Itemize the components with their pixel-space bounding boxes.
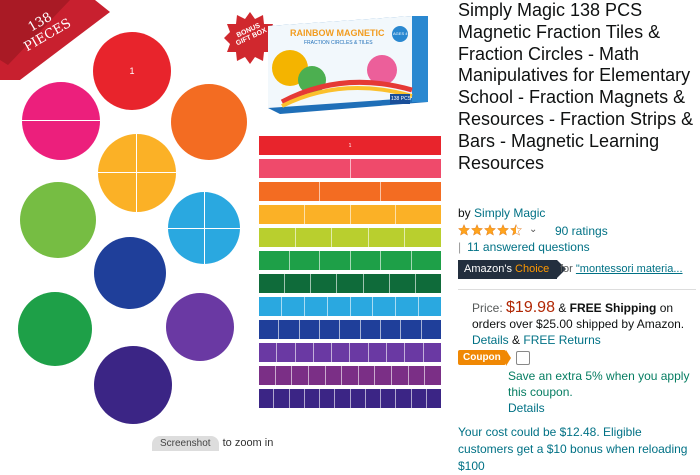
- answered-questions: | 11 answered questions: [458, 240, 590, 254]
- product-image-panel[interactable]: 138 PIECES BONUS GIFT BOX RAINBOW MAGNETI…: [0, 0, 452, 455]
- screenshot-pill: Screenshot: [152, 436, 219, 451]
- price-block: Price: $19.98 & FREE Shipping on orders …: [472, 299, 685, 348]
- choice-for-query: for "montessori materia...: [560, 263, 683, 275]
- circle-blue-eighths: [168, 192, 240, 264]
- coupon-row: Coupon: [458, 350, 530, 366]
- star-icon: [471, 224, 483, 236]
- product-details: Simply Magic 138 PCS Magnetic Fraction T…: [452, 0, 700, 473]
- free-returns-link[interactable]: FREE Returns: [523, 333, 600, 347]
- byline: by Simply Magic: [458, 206, 546, 220]
- amazons-choice-badge[interactable]: Amazon's Choice: [458, 260, 567, 279]
- circle-navy-ninths: [94, 237, 166, 309]
- star-icon: [484, 224, 496, 236]
- star-rating[interactable]: [458, 224, 523, 236]
- star-icon: [497, 224, 509, 236]
- answered-questions-link[interactable]: 11 answered questions: [467, 240, 590, 254]
- price-label: Price:: [472, 301, 503, 315]
- product-title: Simply Magic 138 PCS Magnetic Fraction T…: [458, 0, 694, 173]
- circle-yellow-fourths: [98, 134, 176, 212]
- product-box: RAINBOW MAGNETIC FRACTION CIRCLES & TILE…: [262, 10, 432, 115]
- brand-link[interactable]: Simply Magic: [474, 206, 545, 220]
- coupon-details-link[interactable]: Details: [508, 401, 545, 415]
- circle-green-sixths: [18, 292, 92, 366]
- free-shipping: FREE Shipping: [569, 301, 657, 315]
- choice-query-link[interactable]: "montessori materia...: [576, 263, 683, 275]
- divider: [458, 289, 696, 290]
- fraction-strips: 1: [259, 136, 441, 412]
- cost-promo[interactable]: Your cost could be $12.48. Eligible cust…: [458, 424, 696, 475]
- circle-orange-thirds: [171, 84, 247, 160]
- star-icon: [458, 224, 470, 236]
- coupon-checkbox[interactable]: [515, 350, 530, 365]
- circle-pink-halves: [22, 82, 100, 160]
- circle-purple-tenths: [166, 293, 234, 361]
- shipping-details-link[interactable]: Details: [472, 333, 509, 347]
- circle-red-whole: 1: [93, 32, 171, 110]
- circle-green-fifths: [20, 182, 96, 258]
- coupon-text: Save an extra 5% when you apply this cou…: [508, 369, 690, 399]
- price-value: $19.98: [506, 299, 555, 316]
- coupon-badge: Coupon: [458, 350, 511, 366]
- zoom-hint: Screenshot to zoom in: [152, 436, 274, 451]
- ratings-count-link[interactable]: 90 ratings: [555, 224, 608, 238]
- chevron-down-icon[interactable]: ⌄: [529, 224, 537, 235]
- circle-indigo-twelfths: [94, 346, 172, 424]
- half-star-icon: [510, 224, 522, 236]
